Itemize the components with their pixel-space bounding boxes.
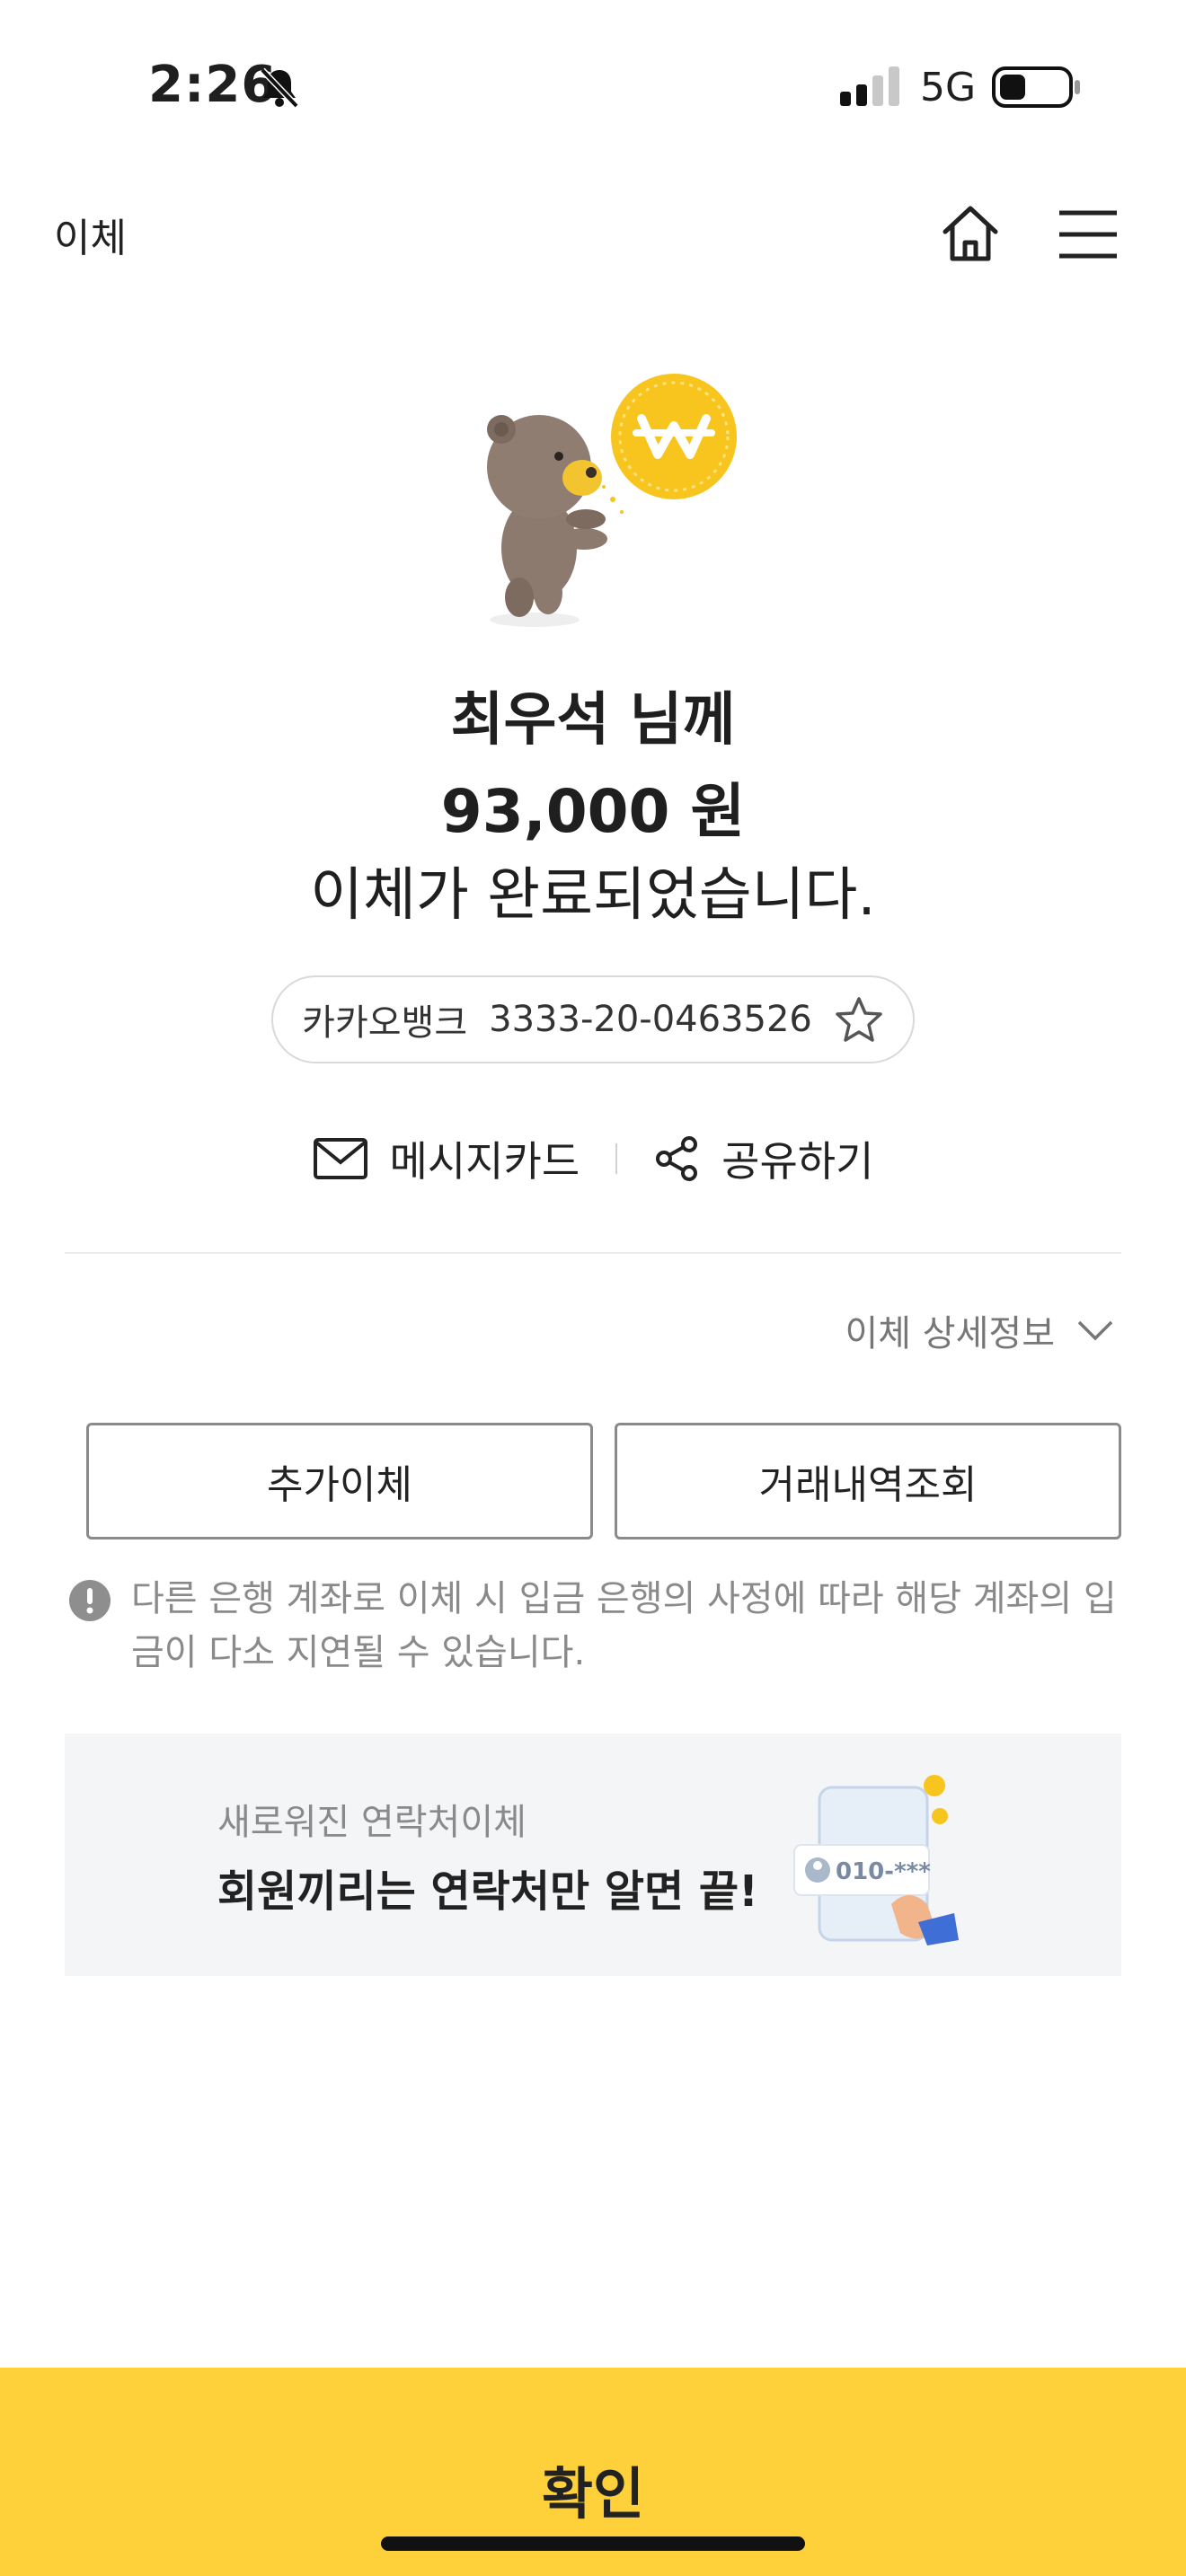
contact-transfer-banner[interactable]: 새로워진 연락처이체 회원끼리는 연락처만 알면 끝! 010-*** bbox=[65, 1734, 1121, 1976]
delay-notice: 다른 은행 계좌로 이체 시 입금 은행의 사정에 따라 해당 계좌의 입금이 … bbox=[68, 1572, 1128, 1680]
star-icon[interactable] bbox=[834, 995, 884, 1044]
recipient-name: 최우석 님께 bbox=[450, 687, 736, 754]
confirm-label: 확인 bbox=[541, 2461, 645, 2527]
share-button[interactable]: 공유하기 bbox=[644, 1129, 882, 1188]
info-icon bbox=[69, 1580, 111, 1621]
share-label: 공유하기 bbox=[721, 1137, 874, 1186]
bell-off-icon bbox=[260, 67, 299, 109]
transfer-complete-screen: 2:26 5G 이체 최우석 님께 93,000 원 이체가 완료되었습니다. … bbox=[0, 0, 1186, 2576]
share-icon bbox=[656, 1136, 698, 1181]
signal-icon bbox=[840, 66, 899, 106]
message-card-button[interactable]: 메시지카드 bbox=[304, 1129, 589, 1188]
home-button[interactable] bbox=[934, 198, 1006, 269]
app-header: 이체 bbox=[0, 184, 1186, 274]
banner-title: 회원끼리는 연락처만 알면 끝! bbox=[217, 1866, 758, 1917]
status-bar: 2:26 5G bbox=[0, 0, 1186, 162]
transfer-details-label: 이체 상세정보 bbox=[845, 1313, 1055, 1354]
completion-message: 이체가 완료되었습니다. bbox=[310, 862, 876, 929]
banner-subtitle: 새로워진 연락처이체 bbox=[217, 1802, 527, 1843]
action-separator bbox=[615, 1143, 618, 1174]
transfer-details-toggle[interactable]: 이체 상세정보 bbox=[845, 1304, 1114, 1356]
message-card-label: 메시지카드 bbox=[389, 1137, 580, 1186]
delay-notice-text: 다른 은행 계좌로 이체 시 입금 은행의 사정에 따라 해당 계좌의 입금이 … bbox=[131, 1578, 1117, 1673]
bank-name: 카카오뱅크 bbox=[302, 1002, 468, 1044]
share-action-row: 메시지카드 공유하기 bbox=[0, 1123, 1186, 1195]
home-icon bbox=[943, 206, 998, 261]
network-type: 5G bbox=[920, 65, 977, 110]
battery-icon bbox=[992, 66, 1080, 108]
recipient-account-pill: 카카오뱅크 3333-20-0463526 bbox=[271, 975, 915, 1063]
page-title: 이체 bbox=[54, 216, 127, 261]
bear-coin-illustration bbox=[487, 374, 737, 627]
envelope-icon bbox=[313, 1138, 367, 1179]
phone-contact-illustration: 010-*** bbox=[793, 1775, 959, 1945]
home-indicator bbox=[381, 2536, 805, 2551]
hamburger-menu-icon bbox=[1059, 210, 1117, 259]
transaction-history-button[interactable]: 거래내역조회 bbox=[615, 1423, 1121, 1539]
section-divider bbox=[65, 1252, 1121, 1254]
transfer-amount: 93,000 원 bbox=[440, 777, 746, 846]
menu-button[interactable] bbox=[1056, 202, 1120, 267]
account-number: 3333-20-0463526 bbox=[489, 999, 812, 1040]
banner-phone-text: 010-*** bbox=[836, 1858, 931, 1885]
additional-transfer-button[interactable]: 추가이체 bbox=[86, 1423, 593, 1539]
chevron-down-icon bbox=[1077, 1320, 1113, 1341]
